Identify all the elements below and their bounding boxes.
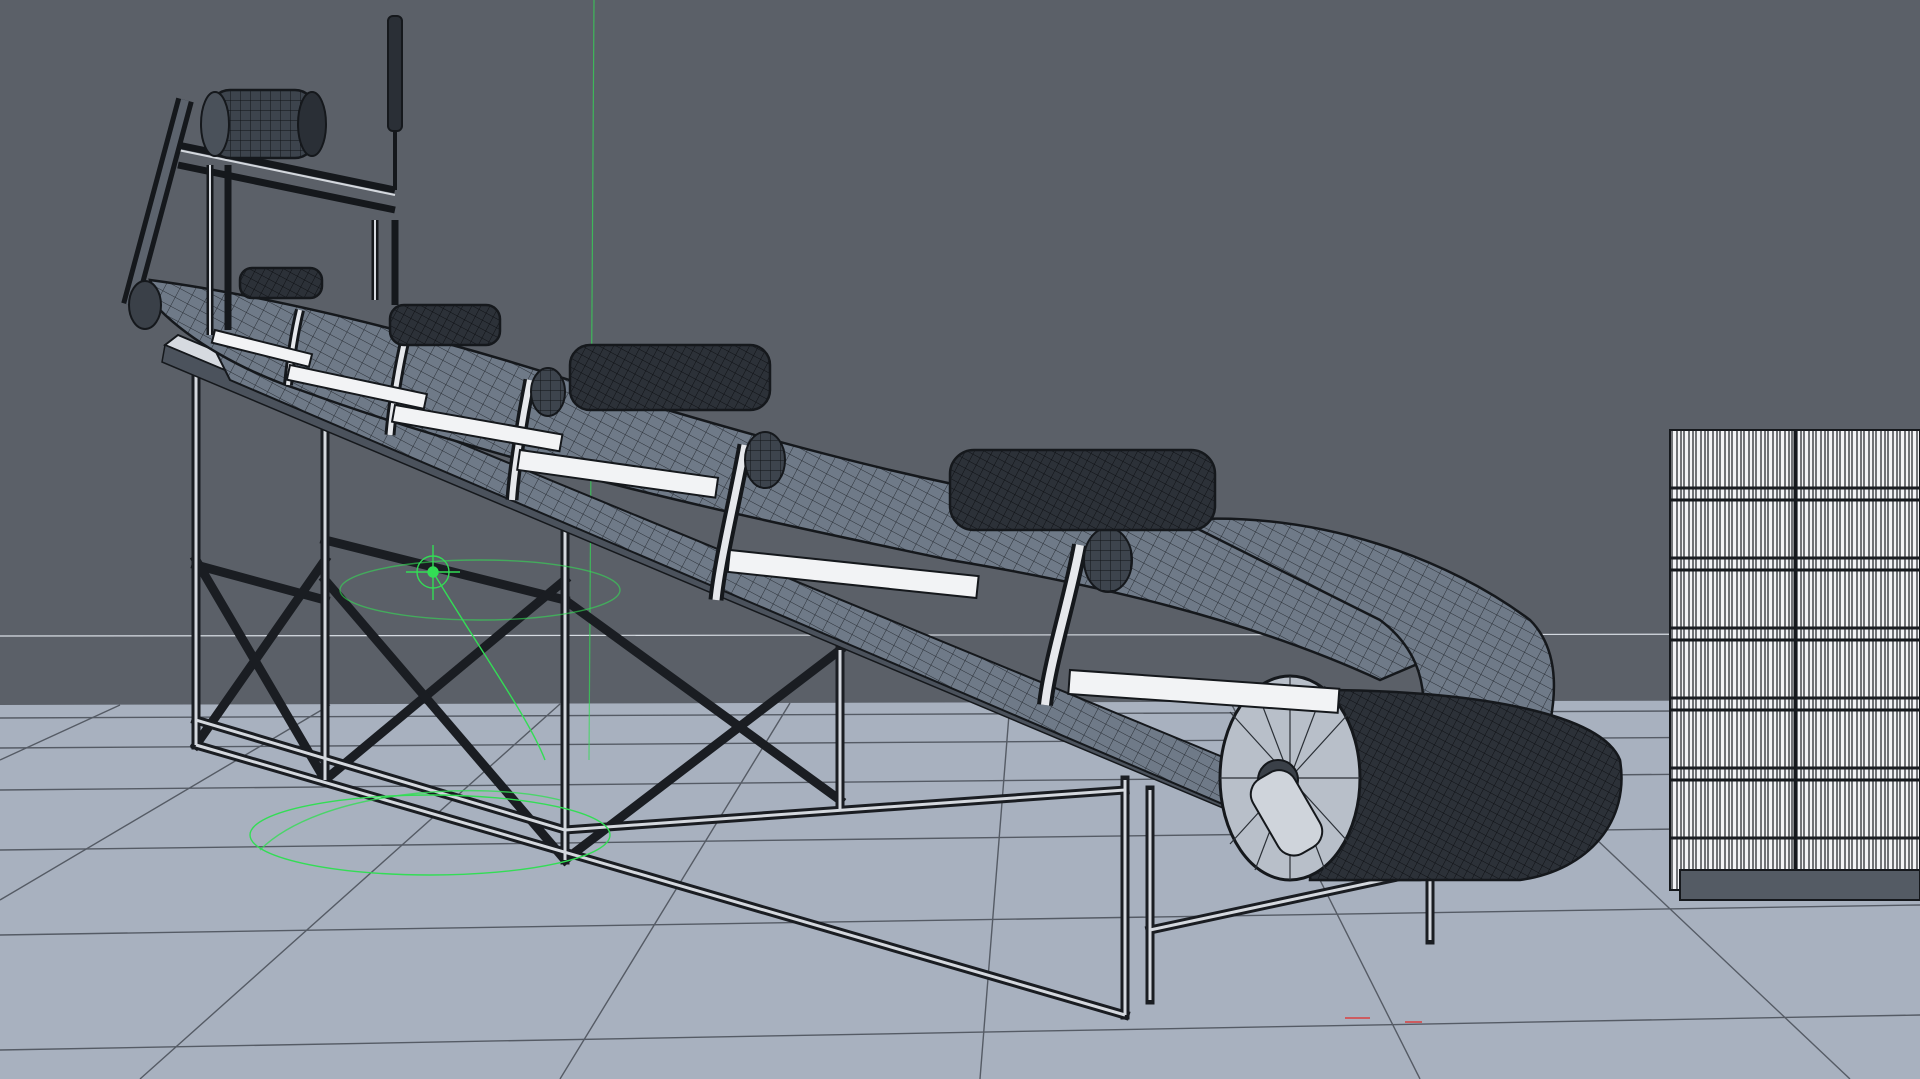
viewport-scene[interactable] (0, 0, 1920, 1079)
3d-viewport[interactable] (0, 0, 1920, 1079)
pallet-boxes[interactable] (1669, 429, 1920, 901)
floor-plane (0, 633, 1920, 1079)
